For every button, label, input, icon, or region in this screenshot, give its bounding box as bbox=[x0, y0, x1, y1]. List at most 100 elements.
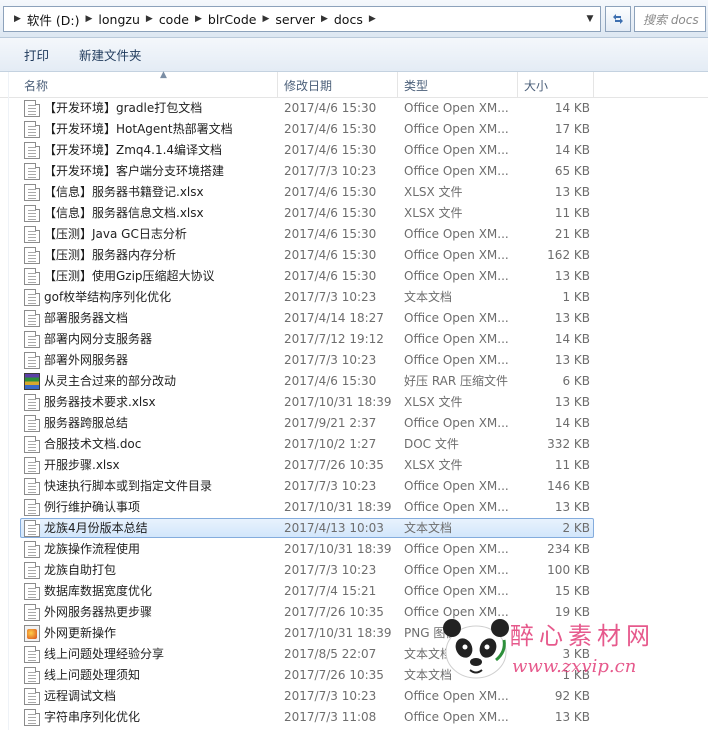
file-size: 6 KB bbox=[562, 374, 590, 388]
file-date: 2017/4/6 15:30 bbox=[284, 374, 377, 388]
file-row[interactable]: 【压测】使用Gzip压缩超大协议 2017/4/6 15:30 Office Ope… bbox=[0, 266, 708, 287]
breadcrumb-chevron-icon[interactable]: ▶ bbox=[262, 14, 269, 24]
file-row[interactable]: gof枚举结构序列化优化 2017/7/3 10:23 文本文档 1 KB bbox=[0, 287, 708, 308]
file-row[interactable]: 外网服务器热更步骤 2017/7/26 10:35 Office Open XM..… bbox=[0, 602, 708, 623]
column-size-header[interactable]: 大小 bbox=[518, 72, 594, 98]
file-row[interactable]: 线上问题处理经验分享 2017/8/5 22:07 文本文档 3 KB bbox=[0, 644, 708, 665]
file-name: 【开发环境】Zmq4.1.4编译文档 bbox=[44, 143, 223, 157]
file-type: Office Open XM... bbox=[404, 311, 509, 325]
file-row[interactable]: 字符串序列化优化 2017/7/3 11:08 Office Open XM... 1… bbox=[0, 707, 708, 728]
file-row[interactable]: 数据库数据宽度优化 2017/7/4 15:21 Office Open XM...… bbox=[0, 581, 708, 602]
address-bar[interactable]: ▶ 软件 (D:) ▶ longzu ▶ code ▶ blrCode ▶ server ▶ doc… bbox=[3, 6, 601, 32]
file-type: Office Open XM... bbox=[404, 563, 509, 577]
file-row[interactable]: 龙族自助打包 2017/7/3 10:23 Office Open XM... 100… bbox=[0, 560, 708, 581]
document-icon bbox=[24, 562, 40, 579]
file-row[interactable]: 从灵主合过来的部分改动 2017/4/6 15:30 好压 RAR 压缩文件 6 KB bbox=[0, 371, 708, 392]
document-icon bbox=[24, 520, 40, 537]
file-row[interactable]: 【开发环境】HotAgent热部署文档 2017/4/6 15:30 Office … bbox=[0, 119, 708, 140]
document-icon bbox=[24, 310, 40, 327]
file-name: 【开发环境】HotAgent热部署文档 bbox=[44, 122, 233, 136]
file-size: 11 KB bbox=[554, 206, 590, 220]
file-row[interactable]: 远程调试文档 2017/7/3 10:23 Office Open XM... 92 … bbox=[0, 686, 708, 707]
breadcrumb-segment[interactable]: server bbox=[275, 12, 315, 27]
file-row[interactable]: 【压测】Java GC日志分析 2017/4/6 15:30 Office Open… bbox=[0, 224, 708, 245]
file-size: 13 KB bbox=[554, 311, 590, 325]
file-row[interactable]: 【开发环境】客户端分支环境搭建 2017/7/3 10:23 Office Open… bbox=[0, 161, 708, 182]
file-row[interactable]: 开服步骤.xlsx 2017/7/26 10:35 XLSX 文件 11 KB bbox=[0, 455, 708, 476]
computer-chevron-icon[interactable]: ▶ bbox=[14, 14, 21, 24]
column-type-header[interactable]: 类型 bbox=[398, 72, 518, 98]
file-type: 文本文档 bbox=[404, 290, 453, 304]
file-row[interactable]: 【开发环境】Zmq4.1.4编译文档 2017/4/6 15:30 Office O… bbox=[0, 140, 708, 161]
file-row[interactable]: 部署外网服务器 2017/7/3 10:23 Office Open XM... 13… bbox=[0, 350, 708, 371]
file-date: 2017/4/6 15:30 bbox=[284, 101, 377, 115]
file-row[interactable]: 例行维护确认事项 2017/10/31 18:39 Office Open XM..… bbox=[0, 497, 708, 518]
document-icon bbox=[24, 142, 40, 159]
file-row[interactable]: 龙族4月份版本总结 2017/4/13 10:03 文本文档 2 KB bbox=[0, 518, 708, 539]
breadcrumb-chevron-icon[interactable]: ▶ bbox=[195, 14, 202, 24]
file-name: 龙族4月份版本总结 bbox=[44, 521, 148, 535]
file-name: 【压测】使用Gzip压缩超大协议 bbox=[44, 269, 215, 283]
file-name: 龙族操作流程使用 bbox=[44, 542, 141, 556]
file-date: 2017/4/6 15:30 bbox=[284, 185, 377, 199]
refresh-icon bbox=[613, 14, 623, 24]
file-name: 外网服务器热更步骤 bbox=[44, 605, 153, 619]
file-name: 服务器技术要求.xlsx bbox=[44, 395, 156, 409]
breadcrumb-segment[interactable]: blrCode bbox=[208, 12, 257, 27]
file-date: 2017/7/3 11:08 bbox=[284, 710, 377, 724]
file-type: Office Open XM... bbox=[404, 248, 509, 262]
document-icon bbox=[24, 604, 40, 621]
file-row[interactable]: 【信息】服务器书籍登记.xlsx 2017/4/6 15:30 XLSX 文件 13 … bbox=[0, 182, 708, 203]
file-row[interactable]: 快速执行脚本或到指定文件目录 2017/7/3 10:23 Office Open … bbox=[0, 476, 708, 497]
refresh-button[interactable] bbox=[605, 6, 631, 32]
file-row[interactable]: 外网更新操作 2017/10/31 18:39 PNG 图像 bbox=[0, 623, 708, 644]
breadcrumb-segment[interactable]: 软件 (D:) bbox=[27, 10, 80, 29]
breadcrumb-chevron-icon[interactable]: ▶ bbox=[321, 14, 328, 24]
breadcrumb-segment[interactable]: docs bbox=[334, 12, 363, 27]
file-size: 2 KB bbox=[562, 521, 590, 535]
file-type: 好压 RAR 压缩文件 bbox=[404, 374, 509, 388]
file-date: 2017/7/26 10:35 bbox=[284, 605, 384, 619]
new-folder-button[interactable]: 新建文件夹 bbox=[67, 41, 154, 68]
file-name: 开服步骤.xlsx bbox=[44, 458, 120, 472]
document-icon bbox=[24, 268, 40, 285]
file-row[interactable]: 服务器跨服总结 2017/9/21 2:37 Office Open XM... 14… bbox=[0, 413, 708, 434]
file-type: XLSX 文件 bbox=[404, 185, 463, 199]
file-date: 2017/7/3 10:23 bbox=[284, 689, 377, 703]
column-name-label: 名称 bbox=[24, 78, 49, 93]
file-list: 【开发环境】gradle打包文档 2017/4/6 15:30 Office Ope… bbox=[0, 98, 708, 728]
document-icon bbox=[24, 100, 40, 117]
breadcrumb-segment[interactable]: longzu bbox=[98, 12, 139, 27]
column-header: 名称 ▲ 修改日期 类型 大小 bbox=[0, 70, 708, 98]
file-row[interactable]: 线上问题处理须知 2017/7/26 10:35 文本文档 1 KB bbox=[0, 665, 708, 686]
file-row[interactable]: 部署内网分支服务器 2017/7/12 19:12 Office Open XM..… bbox=[0, 329, 708, 350]
file-row[interactable]: 【压测】服务器内存分析 2017/4/6 15:30 Office Open XM.… bbox=[0, 245, 708, 266]
file-date: 2017/4/6 15:30 bbox=[284, 248, 377, 262]
file-date: 2017/4/6 15:30 bbox=[284, 269, 377, 283]
file-date: 2017/7/3 10:23 bbox=[284, 290, 377, 304]
file-name: 合服技术文档.doc bbox=[44, 437, 142, 451]
breadcrumb-chevron-icon[interactable]: ▶ bbox=[146, 14, 153, 24]
search-input[interactable]: 搜索 docs bbox=[634, 6, 706, 32]
file-date: 2017/4/6 15:30 bbox=[284, 122, 377, 136]
file-name: 快速执行脚本或到指定文件目录 bbox=[44, 479, 213, 493]
file-type: Office Open XM... bbox=[404, 542, 509, 556]
file-row[interactable]: 【开发环境】gradle打包文档 2017/4/6 15:30 Office Ope… bbox=[0, 98, 708, 119]
file-row[interactable]: 【信息】服务器信息文档.xlsx 2017/4/6 15:30 XLSX 文件 11 … bbox=[0, 203, 708, 224]
file-name: 从灵主合过来的部分改动 bbox=[44, 374, 177, 388]
file-type: Office Open XM... bbox=[404, 689, 509, 703]
breadcrumb-chevron-icon[interactable]: ▶ bbox=[369, 14, 376, 24]
document-icon bbox=[24, 457, 40, 474]
address-dropdown-icon[interactable]: ▼ bbox=[580, 7, 600, 31]
breadcrumb-chevron-icon[interactable]: ▶ bbox=[86, 14, 93, 24]
file-row[interactable]: 合服技术文档.doc 2017/10/2 1:27 DOC 文件 332 KB bbox=[0, 434, 708, 455]
file-size: 146 KB bbox=[547, 479, 590, 493]
file-row[interactable]: 部署服务器文档 2017/4/14 18:27 Office Open XM... 1… bbox=[0, 308, 708, 329]
column-name-header[interactable]: 名称 ▲ bbox=[18, 70, 278, 98]
file-row[interactable]: 服务器技术要求.xlsx 2017/10/31 18:39 XLSX 文件 13 KB bbox=[0, 392, 708, 413]
file-name: 部署外网服务器 bbox=[44, 353, 129, 367]
column-date-header[interactable]: 修改日期 bbox=[278, 72, 398, 98]
breadcrumb-segment[interactable]: code bbox=[159, 12, 189, 27]
print-button[interactable]: 打印 bbox=[12, 41, 61, 68]
file-row[interactable]: 龙族操作流程使用 2017/10/31 18:39 Office Open XM..… bbox=[0, 539, 708, 560]
